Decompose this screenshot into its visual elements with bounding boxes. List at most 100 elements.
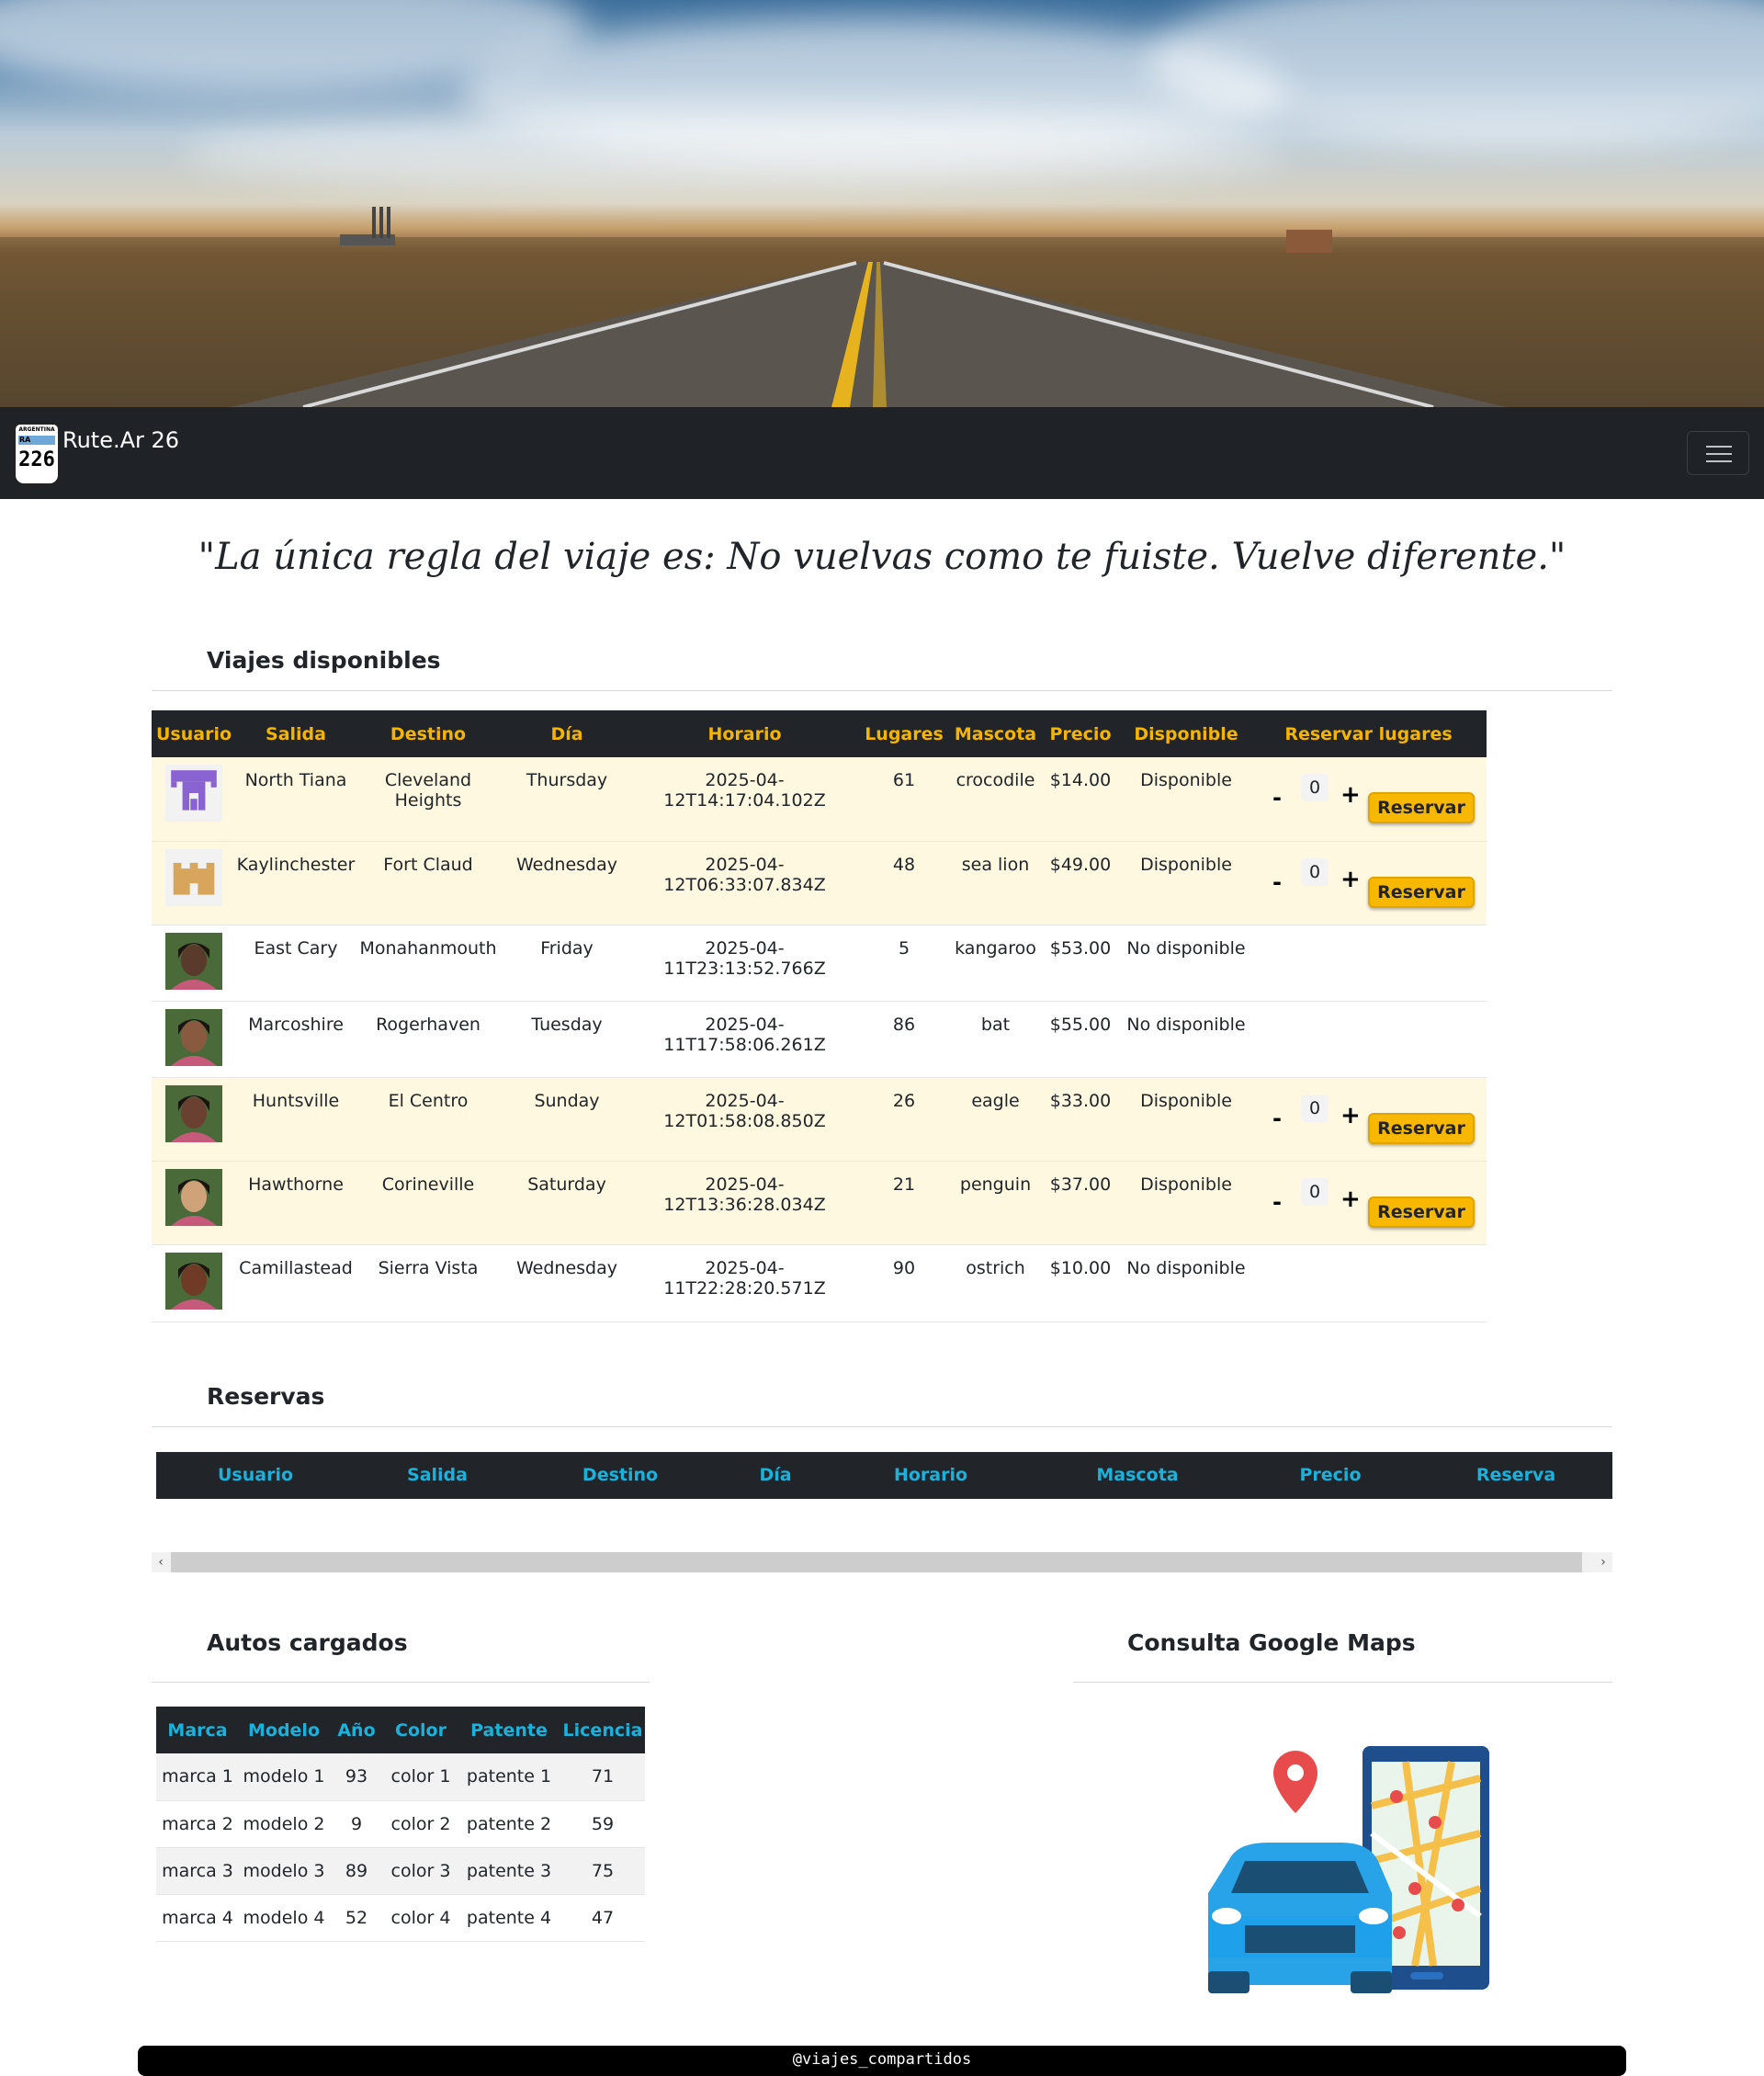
trip-precio-cell: $10.00 xyxy=(1039,1244,1122,1322)
reserve-button[interactable]: Reservar xyxy=(1368,792,1475,823)
car-modelo-cell: modelo 1 xyxy=(239,1753,329,1801)
trip-avatar-cell xyxy=(152,757,236,842)
cars-col-color: Color xyxy=(384,1707,458,1753)
trip-dia-cell: Tuesday xyxy=(501,1001,633,1078)
seat-stepper: -0 + Reservar xyxy=(1250,1174,1487,1230)
trip-precio-cell: $14.00 xyxy=(1039,757,1122,842)
trip-salida-cell: Huntsville xyxy=(236,1077,356,1162)
avatar-photo xyxy=(165,1008,222,1066)
car-color-cell: color 1 xyxy=(384,1753,458,1801)
footer-handle: @viajes_compartidos xyxy=(138,2046,1626,2076)
car-patente-cell: patente 4 xyxy=(458,1894,560,1942)
trip-dia-cell: Thursday xyxy=(501,757,633,842)
trip-horario-cell: 2025-04-12T13:36:28.034Z xyxy=(633,1161,856,1245)
avatar-identicon-icon xyxy=(165,848,222,906)
trip-dia-cell: Friday xyxy=(501,925,633,1002)
decrement-button[interactable]: - xyxy=(1272,785,1282,811)
increment-button[interactable]: + xyxy=(1340,866,1361,893)
scroll-right-arrow-icon[interactable]: › xyxy=(1594,1552,1612,1572)
reservas-col-dia: Día xyxy=(759,1465,792,1485)
trip-mascota-cell: crocodile xyxy=(952,757,1039,842)
maps-section-title: Consulta Google Maps xyxy=(1127,1629,1416,1656)
trip-row: Marcoshire Rogerhaven Tuesday 2025-04-11T17… xyxy=(152,1001,1487,1078)
trip-dia-cell: Saturday xyxy=(501,1161,633,1245)
trip-row: East Cary Monahanmouth Friday 2025-04-11T23… xyxy=(152,925,1487,1002)
car-ano-cell: 89 xyxy=(329,1847,384,1895)
reserve-button[interactable]: Reservar xyxy=(1368,1196,1475,1228)
col-dia: Día xyxy=(501,710,633,757)
trip-lugares-cell: 61 xyxy=(856,757,952,842)
trip-horario-cell: 2025-04-11T22:28:20.571Z xyxy=(633,1244,856,1322)
trip-row: Hawthorne Corineville Saturday 2025-04-12T1… xyxy=(152,1161,1487,1245)
trip-dia-cell: Wednesday xyxy=(501,1244,633,1322)
trip-destino-cell: Corineville xyxy=(356,1161,501,1245)
navbar-toggler-button[interactable] xyxy=(1687,431,1749,475)
trip-disponible-cell: Disponible xyxy=(1122,1161,1250,1245)
car-modelo-cell: modelo 2 xyxy=(239,1800,329,1848)
trips-section-title: Viajes disponibles xyxy=(207,647,441,674)
avatar-photo xyxy=(165,1168,222,1226)
trip-salida-cell: Marcoshire xyxy=(236,1001,356,1078)
reservas-col-horario: Horario xyxy=(893,1465,968,1485)
seat-quantity: 0 xyxy=(1301,857,1329,886)
reserve-button[interactable]: Reservar xyxy=(1368,876,1475,908)
car-patente-cell: patente 3 xyxy=(458,1847,560,1895)
trip-reserve-cell: -0 + Reservar xyxy=(1250,841,1487,925)
horizontal-scrollbar[interactable]: ‹ › xyxy=(152,1552,1612,1572)
seat-stepper: -0 + Reservar xyxy=(1250,770,1487,825)
navbar: ARGENTINA RA 226 Rute.Ar 26 xyxy=(0,407,1764,499)
scrollbar-thumb[interactable] xyxy=(171,1552,1582,1572)
decrement-button[interactable]: - xyxy=(1272,1106,1282,1131)
col-horario: Horario xyxy=(633,710,856,757)
scroll-left-arrow-icon[interactable]: ‹ xyxy=(152,1552,170,1572)
hamburger-icon xyxy=(1706,446,1732,448)
trip-mascota-cell: bat xyxy=(952,1001,1039,1078)
route-226-logo-icon: ARGENTINA RA 226 xyxy=(13,422,61,486)
hero-banner-image xyxy=(0,0,1764,407)
trip-disponible-cell: Disponible xyxy=(1122,1077,1250,1162)
trip-disponible-cell: No disponible xyxy=(1122,925,1250,1002)
car-marca-cell: marca 3 xyxy=(156,1847,239,1895)
trip-avatar-cell xyxy=(152,1077,236,1162)
car-ano-cell: 52 xyxy=(329,1894,384,1942)
trip-avatar-cell xyxy=(152,1001,236,1078)
car-licencia-cell: 47 xyxy=(560,1894,645,1942)
trip-lugares-cell: 90 xyxy=(856,1244,952,1322)
increment-button[interactable]: + xyxy=(1340,1185,1361,1213)
reservas-col-usuario: Usuario xyxy=(217,1465,294,1485)
car-licencia-cell: 59 xyxy=(560,1800,645,1848)
increment-button[interactable]: + xyxy=(1340,1102,1361,1129)
trip-avatar-cell xyxy=(152,925,236,1002)
car-color-cell: color 2 xyxy=(384,1800,458,1848)
trip-disponible-cell: No disponible xyxy=(1122,1244,1250,1322)
col-disponible: Disponible xyxy=(1122,710,1250,757)
trip-destino-cell: Monahanmouth xyxy=(356,925,501,1002)
reserve-button[interactable]: Reservar xyxy=(1368,1112,1475,1144)
trip-avatar-cell xyxy=(152,1244,236,1322)
trip-destino-cell: El Centro xyxy=(356,1077,501,1162)
trip-lugares-cell: 26 xyxy=(856,1077,952,1162)
trip-salida-cell: North Tiana xyxy=(236,757,356,842)
trip-precio-cell: $37.00 xyxy=(1039,1161,1122,1245)
seat-quantity: 0 xyxy=(1301,774,1329,801)
trip-row: Kaylinchester Fort Claud Wednesday 2025-04-… xyxy=(152,841,1487,925)
brand-link[interactable]: ARGENTINA RA 226 Rute.Ar 26 xyxy=(13,422,179,486)
cars-col-licencia: Licencia xyxy=(560,1707,645,1753)
car-row: marca 1 modelo 1 93 color 1 patente 1 71 xyxy=(156,1753,645,1801)
reservas-section-title: Reservas xyxy=(207,1383,325,1410)
avatar-photo xyxy=(165,1084,222,1142)
trip-mascota-cell: eagle xyxy=(952,1077,1039,1162)
trip-reserve-cell xyxy=(1250,1001,1487,1078)
car-ano-cell: 9 xyxy=(329,1800,384,1848)
increment-button[interactable]: + xyxy=(1340,781,1361,809)
decrement-button[interactable]: - xyxy=(1272,1189,1282,1215)
decrement-button[interactable]: - xyxy=(1272,869,1282,895)
trip-horario-cell: 2025-04-12T14:17:04.102Z xyxy=(633,757,856,842)
car-row: marca 3 modelo 3 89 color 3 patente 3 75 xyxy=(156,1847,645,1895)
reservas-col-mascota: Mascota xyxy=(1096,1465,1179,1485)
car-row: marca 2 modelo 2 9 color 2 patente 2 59 xyxy=(156,1800,645,1848)
cars-col-ano: Año xyxy=(329,1707,384,1753)
seat-stepper: -0 + Reservar xyxy=(1250,855,1487,910)
logo-top-text: ARGENTINA xyxy=(18,426,55,433)
car-modelo-cell: modelo 3 xyxy=(239,1847,329,1895)
